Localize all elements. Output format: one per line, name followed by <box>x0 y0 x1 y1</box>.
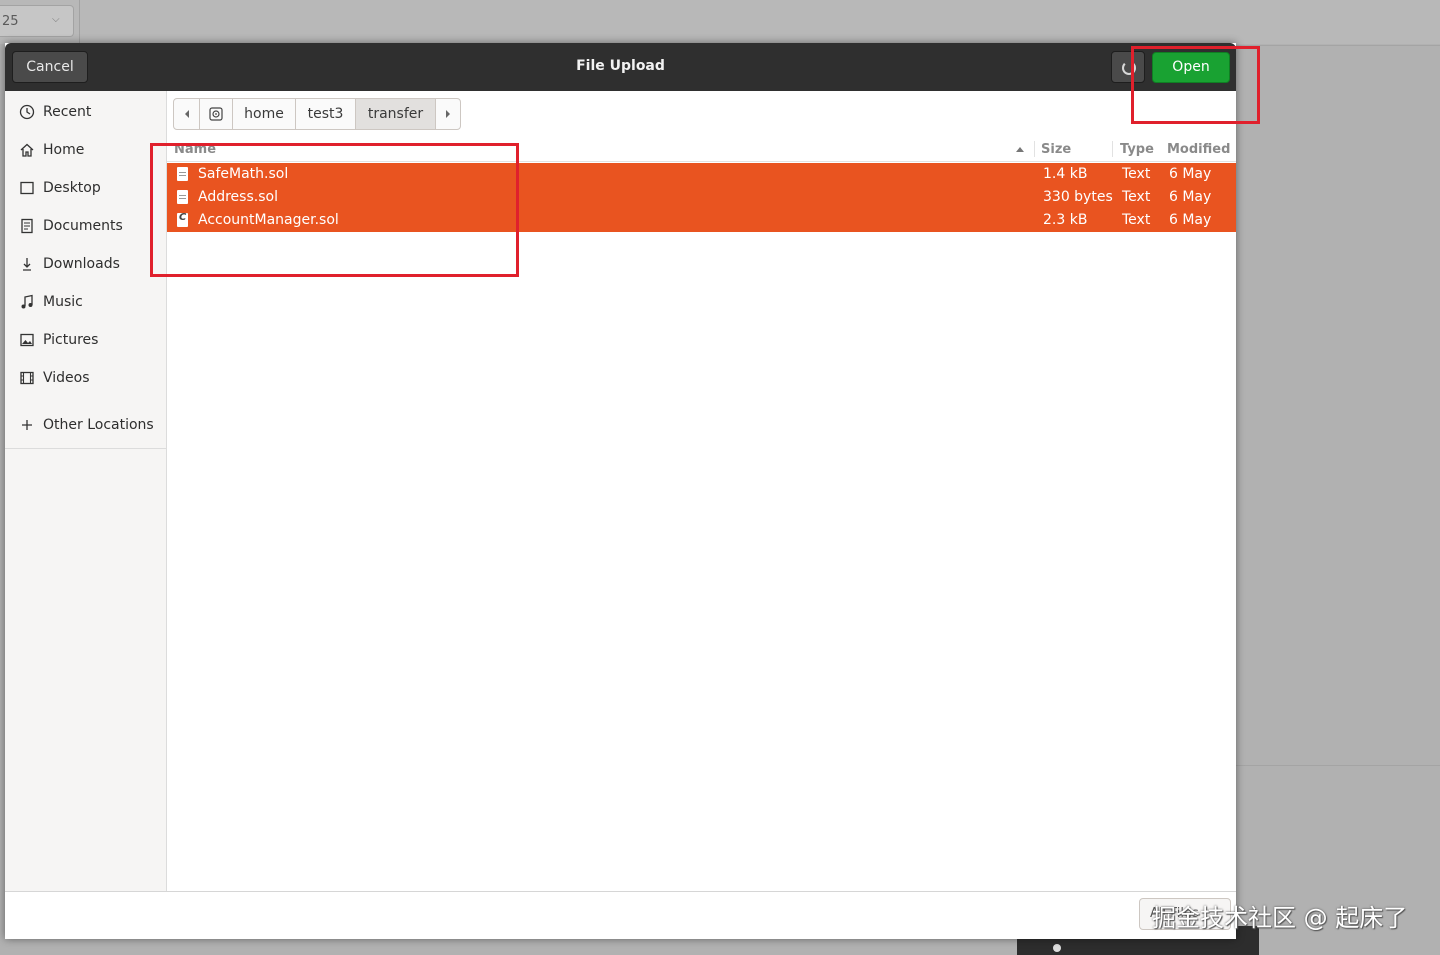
dot-icon <box>1053 944 1061 952</box>
divider <box>1236 765 1440 766</box>
sidebar-item-documents[interactable]: Documents <box>5 207 166 245</box>
column-header-type[interactable]: Type <box>1120 142 1154 157</box>
sidebar-item-videos[interactable]: Videos <box>5 359 166 397</box>
file-size: 1.4 kB <box>1043 166 1088 182</box>
document-icon <box>21 218 33 234</box>
places-sidebar: Recent Home Desktop Documents Downloads … <box>5 91 167 891</box>
arrow-left-icon <box>185 110 189 118</box>
sidebar-item-label: Videos <box>43 370 90 386</box>
download-icon <box>23 258 31 271</box>
arrow-right-icon <box>446 110 450 118</box>
dialog-headerbar: Cancel File Upload Open <box>5 43 1236 91</box>
plus-icon <box>22 420 32 430</box>
video-icon <box>20 371 34 385</box>
path-segment-test3[interactable]: test3 <box>296 99 356 129</box>
file-modified: 6 May <box>1169 189 1212 205</box>
sidebar-item-other-locations[interactable]: Other Locations <box>5 406 166 444</box>
file-size: 2.3 kB <box>1043 212 1088 228</box>
file-modified: 6 May <box>1169 212 1212 228</box>
drive-icon <box>209 107 223 121</box>
toolbar-divider <box>79 0 80 44</box>
sort-ascending-icon <box>1016 147 1024 152</box>
zoom-value: 25 <box>2 14 19 29</box>
path-segment-home[interactable]: home <box>233 99 296 129</box>
path-back-button[interactable] <box>174 99 200 129</box>
bottom-divider <box>5 891 1236 892</box>
chevron-down-icon: ⌵ <box>52 14 60 25</box>
file-modified: 6 May <box>1169 166 1212 182</box>
dialog-title: File Upload <box>576 58 665 74</box>
sidebar-item-label: Home <box>43 142 85 158</box>
sidebar-item-downloads[interactable]: Downloads <box>5 245 166 283</box>
clock-icon <box>19 104 35 120</box>
file-type: Text <box>1122 189 1151 205</box>
sidebar-item-recent[interactable]: Recent <box>5 93 166 131</box>
column-separator <box>1034 141 1035 157</box>
sidebar-item-label: Music <box>43 294 83 310</box>
sidebar-item-music[interactable]: Music <box>5 283 166 321</box>
path-forward-button[interactable] <box>436 99 460 129</box>
path-bar: home test3 transfer <box>173 98 461 130</box>
file-type: Text <box>1122 166 1151 182</box>
picture-icon <box>20 333 34 347</box>
column-separator <box>1112 141 1113 157</box>
desktop-icon <box>20 181 34 195</box>
sidebar-item-label: Recent <box>43 104 92 120</box>
sidebar-item-label: Pictures <box>43 332 99 348</box>
home-icon <box>20 143 34 157</box>
column-header-size[interactable]: Size <box>1041 142 1071 157</box>
sidebar-item-label: Other Locations <box>43 417 154 433</box>
path-segment-transfer[interactable]: transfer <box>356 99 436 129</box>
column-header-modified[interactable]: Modified <box>1167 142 1230 157</box>
annotation-box-files <box>150 143 519 277</box>
sidebar-item-home[interactable]: Home <box>5 131 166 169</box>
watermark: 掘金技术社区 @ 起床了 <box>1152 904 1408 932</box>
sidebar-item-pictures[interactable]: Pictures <box>5 321 166 359</box>
sidebar-item-label: Desktop <box>43 180 101 196</box>
path-root-button[interactable] <box>200 99 233 129</box>
file-size: 330 bytes <box>1043 189 1113 205</box>
music-icon <box>21 294 33 309</box>
file-type: Text <box>1122 212 1151 228</box>
sidebar-item-label: Documents <box>43 218 123 234</box>
divider <box>1236 45 1440 46</box>
sidebar-item-desktop[interactable]: Desktop <box>5 169 166 207</box>
zoom-select[interactable]: 25 ⌵ <box>0 5 74 37</box>
background-toolbar <box>0 0 1440 44</box>
sidebar-item-label: Downloads <box>43 256 120 272</box>
sidebar-divider <box>5 448 166 449</box>
annotation-box-open <box>1131 46 1260 124</box>
